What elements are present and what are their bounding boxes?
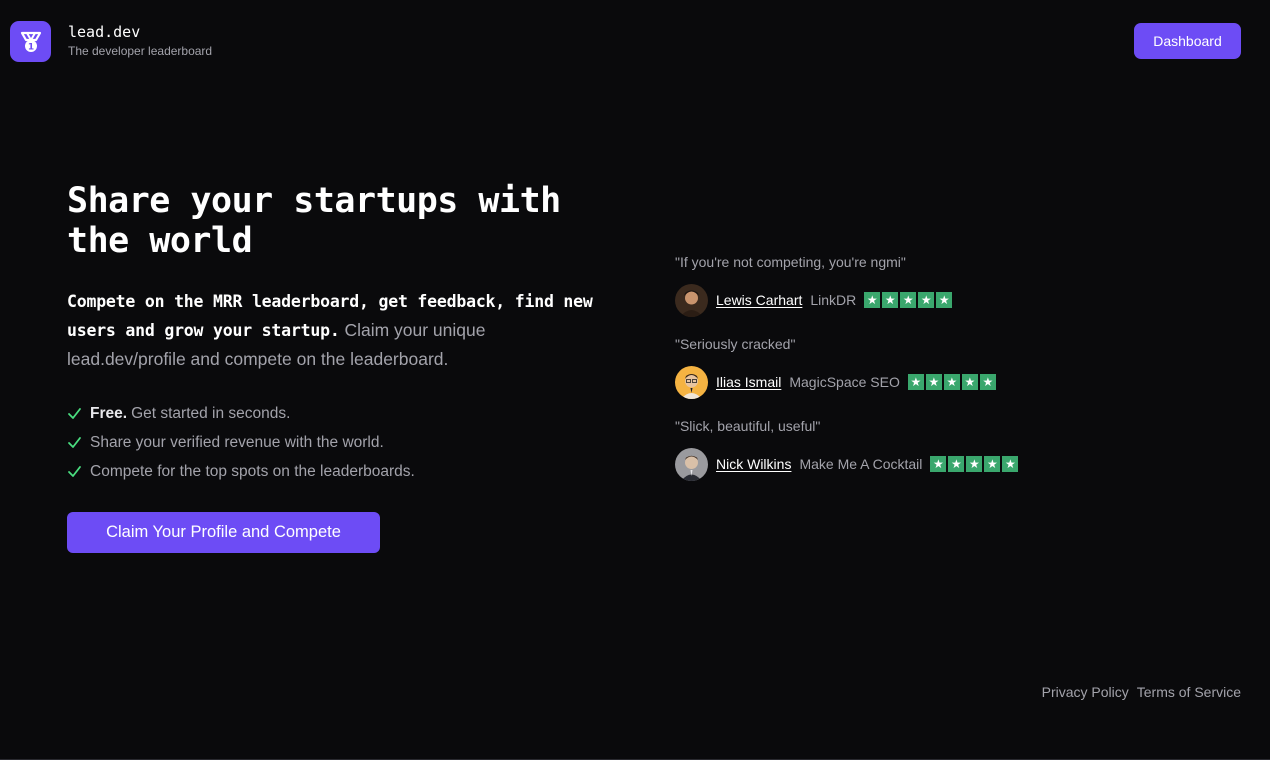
- feature-text: Share your verified revenue with the wor…: [90, 433, 384, 451]
- testimonial-author: Lewis Carhart LinkDR ★ ★ ★ ★ ★: [675, 283, 1175, 317]
- medal-icon[interactable]: 1: [10, 21, 51, 62]
- dashboard-button[interactable]: Dashboard: [1134, 23, 1241, 59]
- brand-tagline: The developer leaderboard: [68, 44, 213, 58]
- star-icon: ★: [984, 456, 1001, 472]
- check-icon: [67, 464, 82, 479]
- testimonials: "If you're not competing, you're ngmi" L…: [675, 253, 1175, 499]
- feature-text: Get started in seconds.: [131, 404, 291, 422]
- feature-item: Free. Get started in seconds.: [67, 399, 415, 428]
- hero-subtitle-strong: Compete on the MRR leaderboard, get feed…: [67, 292, 593, 340]
- star-icon: ★: [979, 374, 996, 390]
- privacy-policy-link[interactable]: Privacy Policy: [1042, 684, 1129, 700]
- check-icon: [67, 406, 82, 421]
- author-company: LinkDR: [810, 292, 857, 308]
- star-rating: ★ ★ ★ ★ ★: [907, 374, 996, 390]
- author-name-link[interactable]: Lewis Carhart: [716, 292, 802, 308]
- brand-text: lead.dev The developer leaderboard: [68, 23, 213, 58]
- author-name-link[interactable]: Nick Wilkins: [716, 456, 791, 472]
- star-icon: ★: [1002, 456, 1019, 472]
- star-icon: ★: [925, 374, 942, 390]
- testimonial: "Seriously cracked" Ilias Ismail MagicSp…: [675, 335, 1175, 417]
- avatar: [675, 365, 708, 399]
- author-name-link[interactable]: Ilias Ismail: [716, 374, 781, 390]
- feature-item: Share your verified revenue with the wor…: [67, 428, 415, 457]
- claim-profile-button[interactable]: Claim Your Profile and Compete: [67, 512, 380, 553]
- testimonial-quote: "Slick, beautiful, useful": [675, 418, 821, 434]
- star-icon: ★: [918, 292, 935, 308]
- brand-header[interactable]: 1 lead.dev The developer leaderboard: [10, 21, 212, 62]
- feature-list: Free. Get started in seconds. Share your…: [67, 399, 415, 486]
- testimonial: "Slick, beautiful, useful" Nick Wilkins …: [675, 417, 1175, 499]
- star-icon: ★: [961, 374, 978, 390]
- star-icon: ★: [882, 292, 899, 308]
- star-icon: ★: [943, 374, 960, 390]
- hero-title: Share your startups with the world: [67, 181, 561, 261]
- feature-bold: Free.: [90, 404, 128, 422]
- testimonial-author: Ilias Ismail MagicSpace SEO ★ ★ ★ ★ ★: [675, 365, 1175, 399]
- brand-name[interactable]: lead.dev: [68, 23, 212, 41]
- star-icon: ★: [966, 456, 983, 472]
- check-icon: [67, 435, 82, 450]
- hero-subtitle: Compete on the MRR leaderboard, get feed…: [67, 287, 607, 374]
- testimonial-quote: "Seriously cracked": [675, 336, 796, 352]
- footer-links: Privacy Policy Terms of Service: [1042, 684, 1241, 700]
- avatar: [675, 283, 708, 317]
- star-icon: ★: [936, 292, 953, 308]
- author-company: MagicSpace SEO: [789, 374, 900, 390]
- star-rating: ★ ★ ★ ★ ★: [930, 456, 1019, 472]
- star-icon: ★: [864, 292, 881, 308]
- svg-text:1: 1: [27, 42, 33, 52]
- terms-of-service-link[interactable]: Terms of Service: [1137, 684, 1241, 700]
- star-icon: ★: [900, 292, 917, 308]
- star-icon: ★: [907, 374, 924, 390]
- feature-text: Compete for the top spots on the leaderb…: [90, 462, 415, 480]
- testimonial-quote: "If you're not competing, you're ngmi": [675, 254, 906, 270]
- testimonial: "If you're not competing, you're ngmi" L…: [675, 253, 1175, 335]
- landing-page: 1 lead.dev The developer leaderboard Das…: [0, 0, 1270, 760]
- star-icon: ★: [930, 456, 947, 472]
- star-rating: ★ ★ ★ ★ ★: [864, 292, 953, 308]
- avatar: [675, 447, 708, 481]
- feature-item: Compete for the top spots on the leaderb…: [67, 457, 415, 486]
- star-icon: ★: [948, 456, 965, 472]
- testimonial-author: Nick Wilkins Make Me A Cocktail ★ ★ ★ ★ …: [675, 447, 1175, 481]
- author-company: Make Me A Cocktail: [799, 456, 923, 472]
